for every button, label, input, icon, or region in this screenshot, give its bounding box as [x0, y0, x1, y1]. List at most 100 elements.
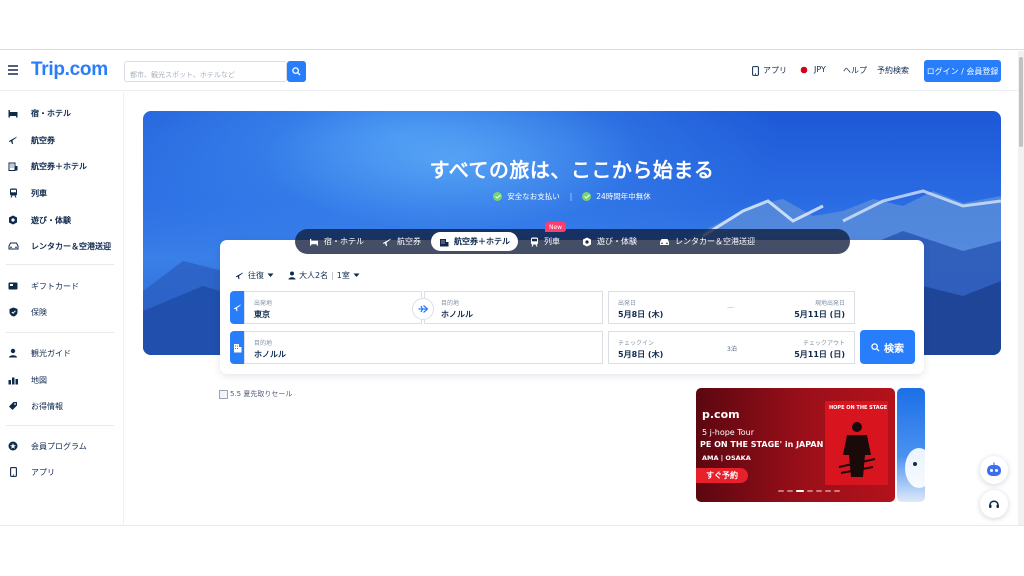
sidebar-item-label: 航空券: [31, 135, 55, 145]
checkout-label: チェックアウト: [802, 340, 845, 347]
hero-badges: 安全なお支払い | 24時間年中無休: [143, 191, 1001, 202]
carousel-dot[interactable]: [778, 490, 784, 492]
hotel-destination-field[interactable]: 目的地 ホノルル: [244, 331, 603, 364]
banner-line-2: PE ON THE STAGE' in JAPAN: [700, 440, 824, 449]
destination-field[interactable]: 目的地 ホノルル: [424, 291, 603, 324]
sidebar-item-app[interactable]: アプリ: [0, 462, 123, 482]
search-icon: [871, 342, 880, 352]
search-button[interactable]: [287, 61, 306, 82]
plane-icon: [6, 135, 20, 145]
sidebar-item-flights[interactable]: 航空券: [0, 130, 123, 150]
sidebar-item-flight-hotel[interactable]: 航空券＋ホテル: [0, 156, 123, 176]
mascot-image: [905, 448, 925, 488]
tab-flight-hotel[interactable]: 航空券＋ホテル: [431, 232, 518, 251]
plane-icon: [235, 272, 244, 280]
sidebar-item-travel-guide[interactable]: 観光ガイド: [0, 343, 123, 363]
trip-type-selector[interactable]: 往復: [235, 270, 274, 281]
return-value: 5月11日 (日): [794, 310, 845, 319]
tab-hotels[interactable]: 宿・ホテル: [301, 232, 372, 251]
headset-icon: [989, 500, 999, 508]
sale-image-broken[interactable]: 5.5 夏先取りセール: [219, 389, 292, 399]
sidebar-item-activities[interactable]: 遊び・体験: [0, 210, 123, 230]
travelers-selector[interactable]: 大人2名 | 1室: [288, 270, 360, 281]
currency-selector[interactable]: JPY: [800, 65, 826, 74]
member-icon: [6, 441, 20, 451]
ticket-icon: [582, 237, 592, 247]
tab-car-rental[interactable]: レンタカー＆空港送迎: [651, 232, 763, 251]
scrollbar-thumb[interactable]: [1019, 57, 1023, 147]
depart-value: 5月8日 (木): [618, 310, 664, 319]
carousel-dot[interactable]: [825, 490, 831, 492]
tab-label: 航空券＋ホテル: [454, 237, 510, 246]
sidebar-item-insurance[interactable]: 保険: [0, 302, 123, 322]
carousel-dot[interactable]: [834, 490, 840, 492]
broken-image-icon: [219, 389, 228, 399]
train-icon: [530, 237, 539, 247]
plane-icon: [418, 305, 428, 313]
sidebar-item-map[interactable]: 地図: [0, 370, 123, 390]
sidebar-divider: [6, 332, 114, 333]
sidebar-item-label: 観光ガイド: [31, 348, 71, 358]
page-scrollbar[interactable]: [1018, 51, 1024, 525]
sidebar-item-deals[interactable]: お得情報: [0, 396, 123, 416]
search-submit-button[interactable]: 検索: [860, 330, 915, 364]
sidebar-item-label: ギフトカード: [31, 281, 79, 291]
hotel-destination-value: ホノルル: [254, 350, 286, 359]
flight-hotel-icon: [6, 161, 20, 171]
sidebar-item-gift-card[interactable]: ギフトカード: [0, 276, 123, 296]
promo-banner-jhope[interactable]: p.com 5 j-hope Tour PE ON THE STAGE' in …: [696, 388, 895, 502]
help-link[interactable]: ヘルプ: [843, 65, 867, 76]
sidebar-item-label: アプリ: [31, 467, 55, 477]
sale-image-alt: 5.5 夏先取りセール: [230, 390, 293, 398]
carousel-dot-active[interactable]: [796, 490, 804, 492]
sidebar-item-label: 保険: [31, 307, 47, 317]
sidebar-item-label: 宿・ホテル: [31, 108, 71, 118]
tab-label: 列車: [544, 237, 560, 246]
tab-flights[interactable]: 航空券: [374, 232, 429, 251]
browser-bottom-area: [0, 525, 1024, 576]
tag-icon: [6, 401, 20, 411]
carousel-dot[interactable]: [807, 490, 813, 492]
bookings-link[interactable]: 予約検索: [877, 65, 909, 76]
swap-button[interactable]: [412, 298, 434, 320]
hotel-icon: [309, 238, 319, 246]
app-link[interactable]: アプリ: [752, 65, 787, 76]
travelers-label: 大人2名: [299, 271, 329, 280]
shield-icon: [6, 307, 20, 317]
hotel-dates-field[interactable]: チェックイン 5月8日 (木) 3泊 チェックアウト 5月11日 (日): [608, 331, 855, 364]
product-tabs: 宿・ホテル 航空券 航空券＋ホテル 列車 遊び・体験 レンタカー＆空港送迎: [295, 229, 850, 254]
sidebar-divider: [6, 264, 114, 265]
tab-trains[interactable]: 列車: [522, 232, 568, 251]
carousel-dot[interactable]: [787, 490, 793, 492]
support-button[interactable]: [980, 490, 1008, 518]
sidebar-item-car-rental[interactable]: レンタカー＆空港送迎: [0, 236, 123, 256]
banner-book-button[interactable]: すぐ予約: [696, 468, 748, 483]
flight-dates-field[interactable]: 出発日 5月8日 (木) — 現地出発日 5月11日 (日): [608, 291, 855, 324]
tab-label: 遊び・体験: [597, 237, 637, 246]
sidebar: 宿・ホテル 航空券 航空券＋ホテル 列車 遊び・体験 レンタカー＆空港送迎 ギフ…: [0, 92, 124, 525]
search-input[interactable]: [125, 65, 286, 85]
browser-top-area: [0, 0, 1024, 50]
sidebar-item-membership[interactable]: 会員プログラム: [0, 436, 123, 456]
menu-icon[interactable]: [8, 65, 18, 75]
plane-icon: [382, 237, 392, 247]
search-icon: [292, 67, 301, 76]
login-button[interactable]: ログイン / 会員登録: [924, 60, 1001, 82]
new-badge: New: [545, 222, 566, 232]
checkin-label: チェックイン: [618, 340, 655, 347]
search-box[interactable]: [124, 61, 287, 85]
chevron-down-icon: [267, 273, 274, 277]
origin-field[interactable]: 出発地 東京: [244, 291, 422, 324]
sidebar-item-trains[interactable]: 列車: [0, 183, 123, 203]
sidebar-item-hotels[interactable]: 宿・ホテル: [0, 103, 123, 123]
promo-banner-next[interactable]: [897, 388, 925, 502]
trip-logo[interactable]: Trip.com: [31, 59, 108, 81]
carousel-dot[interactable]: [816, 490, 822, 492]
hero-title: すべての旅は、ここから始まる: [429, 158, 715, 182]
tab-activities[interactable]: 遊び・体験: [574, 232, 645, 251]
carousel-indicators[interactable]: [778, 490, 843, 492]
sidebar-item-label: 地図: [31, 375, 47, 385]
chatbot-button[interactable]: [980, 456, 1008, 484]
origin-label: 出発地: [254, 300, 273, 307]
support-24h-text: 24時間年中無休: [596, 192, 651, 201]
